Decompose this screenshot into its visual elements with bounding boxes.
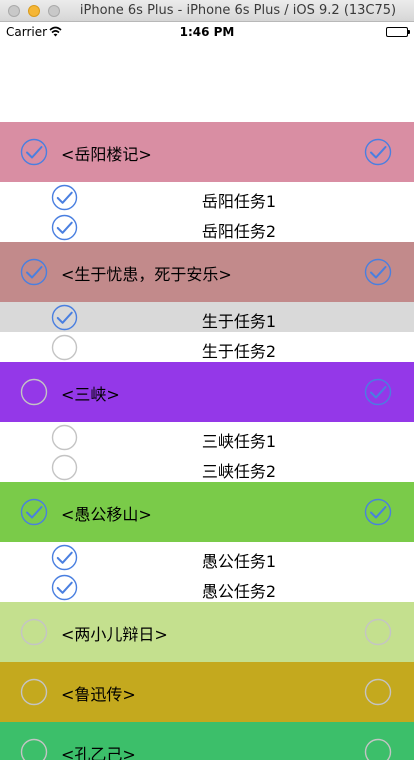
empty-circle-icon[interactable] — [20, 678, 48, 706]
section-header[interactable]: <愚公移山> — [0, 482, 414, 542]
task-label: 生于任务2 — [201, 342, 277, 361]
window-titlebar: iPhone 6s Plus - iPhone 6s Plus / iOS 9.… — [0, 0, 414, 22]
section-header[interactable]: <三峡> — [0, 362, 414, 422]
task-row[interactable]: 岳阳任务1 — [0, 182, 414, 212]
empty-circle-icon[interactable] — [364, 618, 392, 646]
checkmark-circle-icon[interactable] — [364, 138, 392, 166]
window-title: iPhone 6s Plus - iPhone 6s Plus / iOS 9.… — [79, 3, 397, 18]
checkmark-circle-icon[interactable] — [364, 498, 392, 526]
task-row[interactable]: 生于任务2 — [0, 332, 414, 362]
section-title: <岳阳楼记> — [61, 145, 152, 164]
task-row[interactable]: 三峡任务1 — [0, 422, 414, 452]
section-title: <生于忧患，死于安乐> — [61, 265, 232, 284]
status-bar: Carrier 1:46 PM — [0, 22, 414, 42]
section-header[interactable]: <生于忧患，死于安乐> — [0, 242, 414, 302]
status-time: 1:46 PM — [179, 25, 235, 39]
task-row[interactable]: 愚公任务1 — [0, 542, 414, 572]
checkmark-circle-icon[interactable] — [20, 258, 48, 286]
section-header[interactable]: <鲁迅传> — [0, 662, 414, 722]
empty-circle-icon[interactable] — [364, 738, 392, 760]
empty-circle-icon[interactable] — [364, 678, 392, 706]
checkmark-circle-icon[interactable] — [20, 498, 48, 526]
task-label: 三峡任务2 — [201, 462, 277, 481]
checkmark-circle-icon[interactable] — [364, 378, 392, 406]
task-row[interactable]: 三峡任务2 — [0, 452, 414, 482]
section-title: <鲁迅传> — [61, 685, 136, 704]
checkmark-circle-icon[interactable] — [20, 138, 48, 166]
task-label: 生于任务1 — [201, 312, 277, 331]
empty-circle-icon[interactable] — [20, 378, 48, 406]
section-title: <愚公移山> — [61, 505, 152, 524]
section-header[interactable]: <岳阳楼记> — [0, 122, 414, 182]
task-row[interactable]: 生于任务1 — [0, 302, 414, 332]
window-zoom-button[interactable] — [48, 5, 60, 17]
task-row[interactable]: 愚公任务2 — [0, 572, 414, 602]
section-header[interactable]: <孔乙己> — [0, 722, 414, 760]
window-close-button[interactable] — [8, 5, 20, 17]
empty-circle-icon[interactable] — [20, 738, 48, 760]
task-label: 愚公任务1 — [201, 552, 277, 571]
task-row[interactable]: 岳阳任务2 — [0, 212, 414, 242]
task-label: 三峡任务1 — [201, 432, 277, 451]
section-title: <三峡> — [61, 385, 120, 404]
task-label: 岳阳任务2 — [201, 222, 277, 241]
section-title: <两小儿辩日> — [61, 625, 168, 644]
section-table[interactable]: <岳阳楼记> 岳阳任务1 岳阳任务2 <生于忧患，死于安乐> 生于任务1 生于任务2 <三峡… — [0, 122, 414, 760]
checkmark-circle-icon[interactable] — [364, 258, 392, 286]
task-label: 愚公任务2 — [201, 582, 277, 601]
section-title: <孔乙己> — [61, 745, 136, 760]
battery-icon — [386, 27, 410, 37]
window-minimize-button[interactable] — [28, 5, 40, 17]
task-label: 岳阳任务1 — [201, 192, 277, 211]
section-header[interactable]: <两小儿辩日> — [0, 602, 414, 662]
empty-circle-icon[interactable] — [20, 618, 48, 646]
